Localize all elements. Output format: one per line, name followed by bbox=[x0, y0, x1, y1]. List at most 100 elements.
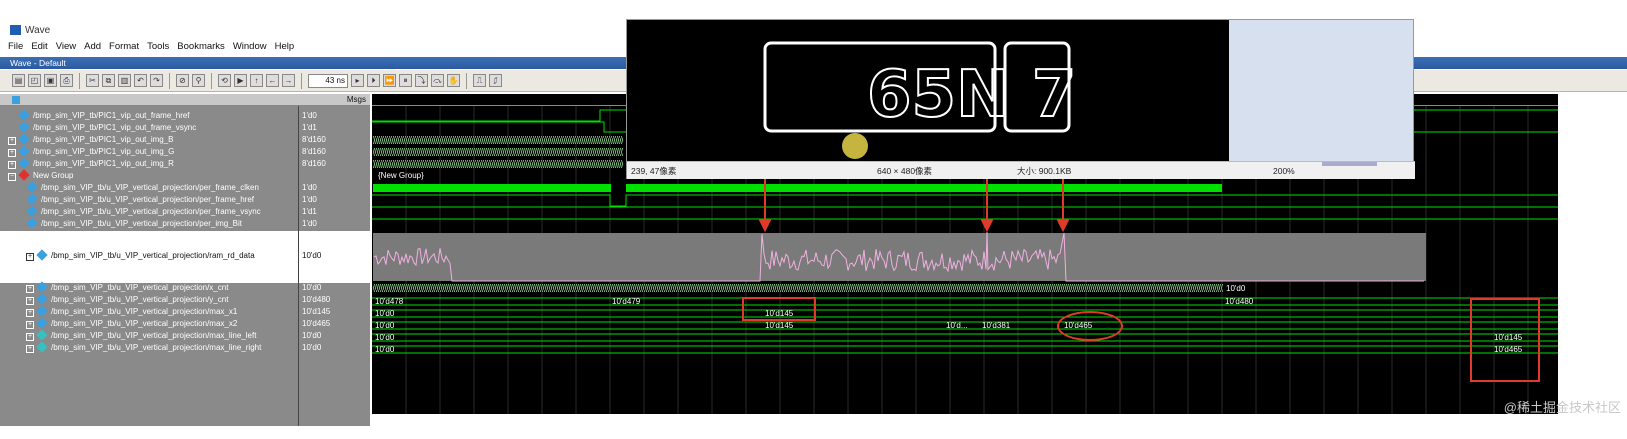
wave-tool-icon[interactable]: ⎎ bbox=[489, 74, 502, 87]
img-r-bus bbox=[373, 160, 623, 168]
run-length-input[interactable]: 43 ns bbox=[308, 73, 348, 88]
max-line-left-label: 10'd0 bbox=[375, 333, 395, 342]
menu-format[interactable]: Format bbox=[109, 41, 139, 55]
signal-row[interactable]: +/bmp_sim_VIP_tb/PIC1_vip_out_frame_href bbox=[0, 109, 298, 122]
signal-row[interactable]: +/bmp_sim_VIP_tb/u_VIP_vertical_projecti… bbox=[0, 329, 298, 342]
menu-view[interactable]: View bbox=[56, 41, 76, 55]
paste-icon[interactable]: ▥ bbox=[118, 74, 131, 87]
stop-icon[interactable]: ⊘ bbox=[176, 74, 189, 87]
signal-value: 1'd0 bbox=[302, 111, 317, 120]
group-row[interactable]: − New Group bbox=[0, 169, 298, 182]
copy-icon[interactable]: ⧉ bbox=[102, 74, 115, 87]
signal-row[interactable]: +/bmp_sim_VIP_tb/PIC1_vip_out_img_B bbox=[0, 133, 298, 146]
expand-icon[interactable]: + bbox=[8, 137, 16, 145]
redo-icon[interactable]: ↷ bbox=[150, 74, 163, 87]
signal-row[interactable]: +/bmp_sim_VIP_tb/PIC1_vip_out_img_R bbox=[0, 157, 298, 170]
signal-filter-icon[interactable] bbox=[12, 96, 20, 104]
signal-value: 8'd160 bbox=[302, 159, 326, 168]
run-icon[interactable]: ▶ bbox=[234, 74, 247, 87]
group-icon bbox=[18, 169, 30, 181]
save-icon[interactable]: ▣ bbox=[44, 74, 57, 87]
expand-icon[interactable]: + bbox=[26, 333, 34, 341]
signal-value: 10'd480 bbox=[302, 295, 331, 304]
group-label: {New Group} bbox=[378, 171, 424, 180]
open-icon[interactable]: ◰ bbox=[28, 74, 41, 87]
signal-row[interactable]: /bmp_sim_VIP_tb/u_VIP_vertical_projectio… bbox=[0, 193, 298, 206]
signal-row[interactable]: +/bmp_sim_VIP_tb/PIC1_vip_out_frame_vsyn… bbox=[0, 121, 298, 134]
expand-icon[interactable]: + bbox=[26, 309, 34, 317]
signal-row[interactable]: +/bmp_sim_VIP_tb/u_VIP_vertical_projecti… bbox=[0, 305, 298, 318]
menu-add[interactable]: Add bbox=[84, 41, 101, 55]
menu-window[interactable]: Window bbox=[233, 41, 267, 55]
run-icon[interactable]: ▸ bbox=[351, 74, 364, 87]
zoom-slider[interactable] bbox=[1322, 162, 1377, 166]
back-arrow-icon[interactable]: ← bbox=[266, 74, 279, 87]
signal-row[interactable]: +/bmp_sim_VIP_tb/u_VIP_vertical_projecti… bbox=[0, 341, 298, 354]
signal-value: 1'd0 bbox=[302, 195, 317, 204]
expand-icon[interactable]: + bbox=[26, 253, 34, 261]
annotation-box bbox=[1470, 298, 1540, 382]
signal-value: 1'd1 bbox=[302, 207, 317, 216]
expand-icon[interactable]: + bbox=[26, 321, 34, 329]
expand-icon[interactable]: + bbox=[8, 161, 16, 169]
max-x2-label: 10'd381 bbox=[982, 321, 1011, 330]
signal-value: 10'd465 bbox=[302, 319, 331, 328]
y-cnt-label: 10'd478 bbox=[375, 297, 404, 306]
signal-row[interactable]: +/bmp_sim_VIP_tb/PIC1_vip_out_img_G bbox=[0, 145, 298, 158]
signal-row[interactable]: +/bmp_sim_VIP_tb/u_VIP_vertical_projecti… bbox=[0, 249, 298, 262]
find-icon[interactable]: ⚲ bbox=[192, 74, 205, 87]
collapse-icon[interactable]: − bbox=[8, 173, 16, 181]
expand-icon[interactable]: + bbox=[26, 345, 34, 353]
menu-tools[interactable]: Tools bbox=[147, 41, 169, 55]
signal-value: 10'd0 bbox=[302, 251, 322, 260]
signal-value: 1'd0 bbox=[302, 183, 317, 192]
per-href-wave bbox=[372, 194, 1558, 207]
max-x2-label: 10'd... bbox=[946, 321, 968, 330]
expand-icon[interactable]: + bbox=[26, 297, 34, 305]
undo-icon[interactable]: ↶ bbox=[134, 74, 147, 87]
continue-icon[interactable]: ⏵ bbox=[367, 74, 380, 87]
max-x2-label: 10'd145 bbox=[765, 321, 794, 330]
menu-edit[interactable]: Edit bbox=[31, 41, 47, 55]
image-viewer[interactable]: 65N 7 239, 47像素 640 × 480像素 大小: 900.1KB … bbox=[626, 19, 1415, 179]
signal-row[interactable]: +/bmp_sim_VIP_tb/u_VIP_vertical_projecti… bbox=[0, 293, 298, 306]
step-icon[interactable]: ⤵ bbox=[415, 74, 428, 87]
expand-icon[interactable]: + bbox=[26, 285, 34, 293]
menu-bookmarks[interactable]: Bookmarks bbox=[177, 41, 225, 55]
clken-wave bbox=[626, 184, 1222, 192]
expand-icon[interactable]: + bbox=[8, 149, 16, 157]
signal-value: 8'd160 bbox=[302, 147, 326, 156]
signal-row[interactable]: /bmp_sim_VIP_tb/u_VIP_vertical_projectio… bbox=[0, 181, 298, 194]
toolbar-divider bbox=[301, 72, 302, 89]
run-all-icon[interactable]: ⏩ bbox=[383, 74, 396, 87]
signal-row[interactable]: +/bmp_sim_VIP_tb/u_VIP_vertical_projecti… bbox=[0, 281, 298, 294]
signal-row[interactable]: /bmp_sim_VIP_tb/u_VIP_vertical_projectio… bbox=[0, 217, 298, 230]
window-title: Wave bbox=[25, 24, 51, 36]
toolbar-divider bbox=[79, 72, 80, 89]
cursor-position: 239, 47像素 bbox=[631, 166, 677, 176]
annotation-box bbox=[742, 297, 816, 321]
new-icon[interactable]: ▤ bbox=[12, 74, 25, 87]
max-x2-label: 10'd0 bbox=[375, 321, 395, 330]
step-over-icon[interactable]: ⤼ bbox=[431, 74, 444, 87]
signal-icon bbox=[36, 281, 48, 293]
break-icon[interactable]: ⏸ bbox=[399, 74, 412, 87]
y-cnt-label: 10'd479 bbox=[612, 297, 641, 306]
signal-value: 10'd0 bbox=[302, 343, 322, 352]
wave-tool-icon[interactable]: ⎍ bbox=[473, 74, 486, 87]
forward-arrow-icon[interactable]: → bbox=[282, 74, 295, 87]
restart-icon[interactable]: ⟲ bbox=[218, 74, 231, 87]
signal-icon bbox=[36, 329, 48, 341]
print-icon[interactable]: ⎙ bbox=[60, 74, 73, 87]
signal-row[interactable]: /bmp_sim_VIP_tb/u_VIP_vertical_projectio… bbox=[0, 205, 298, 218]
file-size: 大小: 900.1KB bbox=[1017, 166, 1072, 176]
cut-icon[interactable]: ✂ bbox=[86, 74, 99, 87]
signal-icon bbox=[36, 341, 48, 353]
up-arrow-icon[interactable]: ↑ bbox=[250, 74, 263, 87]
img-b-bus bbox=[373, 136, 623, 144]
signal-row[interactable]: +/bmp_sim_VIP_tb/u_VIP_vertical_projecti… bbox=[0, 317, 298, 330]
signal-icon bbox=[36, 249, 48, 261]
menu-file[interactable]: File bbox=[8, 41, 23, 55]
hand-icon[interactable]: ✋ bbox=[447, 74, 460, 87]
menu-help[interactable]: Help bbox=[275, 41, 295, 55]
